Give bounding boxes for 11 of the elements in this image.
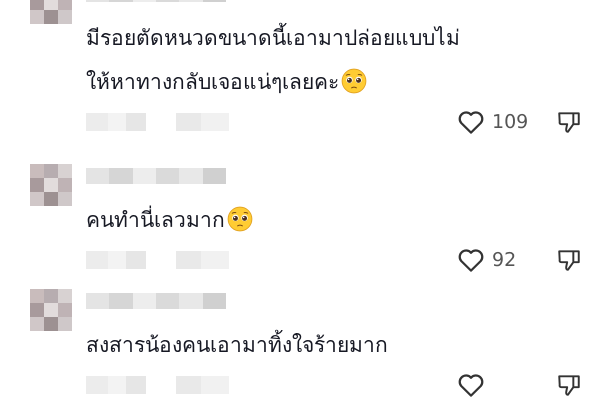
pixelated-avatar [30,164,72,206]
like-button[interactable]: 109 [456,107,536,137]
pleading-face-icon [227,206,253,232]
pleading-face-icon [341,68,367,94]
comment-text: สงสารน้องคนเอามาทิ้งใจร้ายมาก [86,323,600,367]
pixelated-avatar [30,289,72,331]
like-count: 92 [492,249,516,271]
comment-text: คนทำนี่เลวมาก [86,198,600,242]
like-button[interactable]: 92 [456,245,536,275]
like-count: 109 [492,111,528,133]
comment-text: มีรอยตัดหนวดขนาดนี้เอามาปล่อยแบบไม่ ให้หาทางกลับเจอแน่ๆเลยคะ [86,16,600,104]
